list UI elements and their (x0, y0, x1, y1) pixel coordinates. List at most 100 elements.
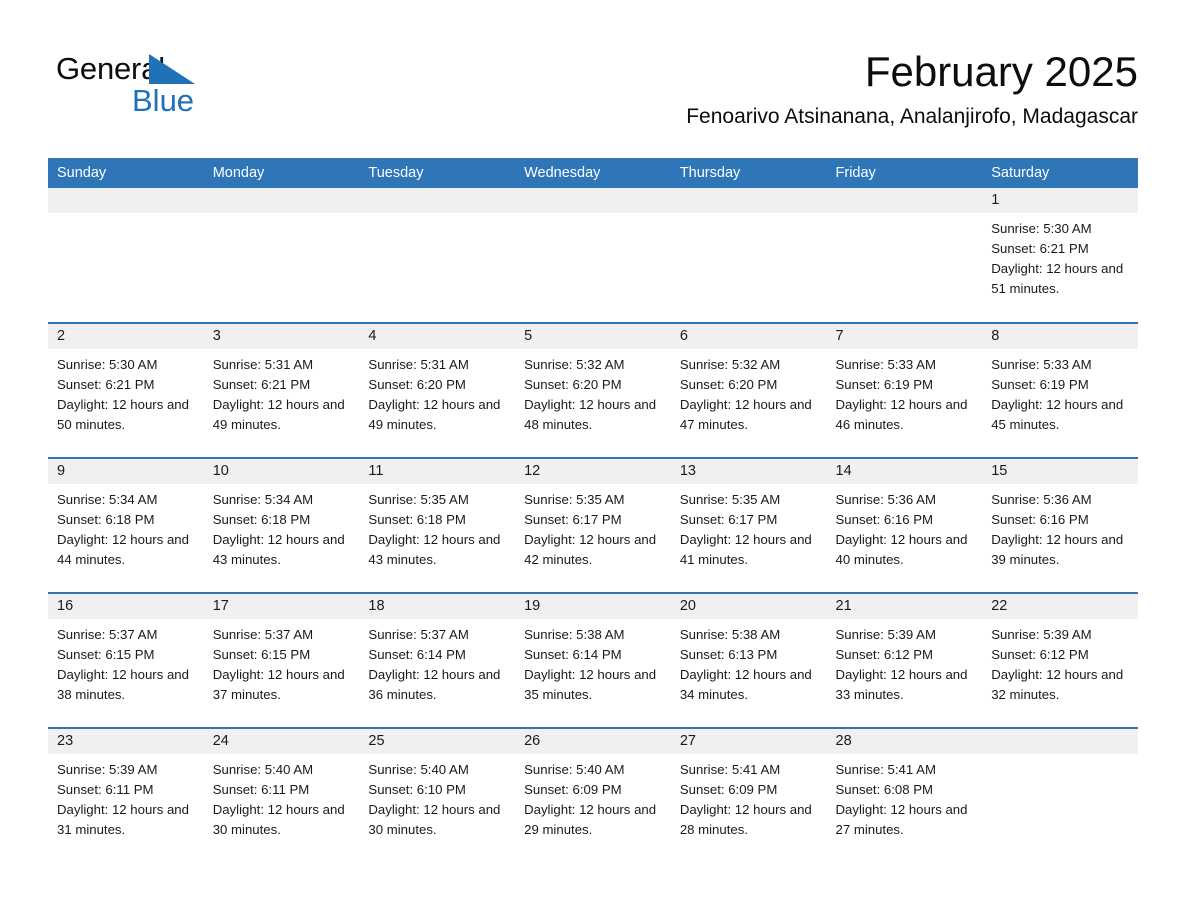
day-details (48, 213, 204, 219)
daylight-text: Daylight: 12 hours and 42 minutes. (524, 532, 657, 567)
day-cell[interactable]: 19 Sunrise: 5:38 AM Sunset: 6:14 PM Dayligh… (515, 592, 671, 728)
day-number: 22 (982, 594, 1138, 619)
day-cell[interactable]: 2 Sunrise: 5:30 AM Sunset: 6:21 PM Daylight… (48, 322, 204, 458)
day-cell[interactable]: 27 Sunrise: 5:41 AM Sunset: 6:09 PM Dayligh… (670, 727, 827, 863)
day-cell[interactable]: 22 Sunrise: 5:39 AM Sunset: 6:12 PM Dayligh… (982, 592, 1138, 728)
sunrise-text: Sunrise: 5:37 AM (212, 627, 314, 642)
sunrise-text: Sunrise: 5:41 AM (679, 762, 781, 777)
sunset-text: Sunset: 6:09 PM (679, 782, 778, 797)
weekday-header-sunday: Sunday (48, 158, 204, 188)
day-cell[interactable]: 20 Sunrise: 5:38 AM Sunset: 6:13 PM Dayligh… (670, 592, 827, 728)
day-cell[interactable]: 4 Sunrise: 5:31 AM Sunset: 6:20 PM Daylight… (359, 322, 516, 458)
daylight-text: Daylight: 12 hours and 39 minutes. (991, 532, 1124, 567)
triangle-icon (149, 54, 195, 84)
day-cell[interactable]: 13 Sunrise: 5:35 AM Sunset: 6:17 PM Dayligh… (670, 457, 827, 593)
daylight-text: Daylight: 12 hours and 33 minutes. (835, 667, 968, 702)
day-details: Sunrise: 5:36 AM Sunset: 6:16 PM Daylight:… (982, 484, 1138, 570)
day-number: 2 (48, 324, 204, 349)
day-cell[interactable]: 10 Sunrise: 5:34 AM Sunset: 6:18 PM Dayligh… (203, 457, 360, 593)
day-cell (359, 188, 516, 323)
sunset-text: Sunset: 6:20 PM (524, 377, 622, 392)
day-cell[interactable]: 12 Sunrise: 5:35 AM Sunset: 6:17 PM Dayligh… (515, 457, 671, 593)
day-details: Sunrise: 5:38 AM Sunset: 6:14 PM Daylight:… (515, 619, 671, 705)
daylight-text: Daylight: 12 hours and 41 minutes. (679, 532, 812, 567)
sunset-text: Sunset: 6:08 PM (835, 782, 934, 797)
sunset-text: Sunset: 6:12 PM (991, 647, 1089, 662)
brand-name-blue: Blue (132, 83, 195, 118)
sunrise-text: Sunrise: 5:39 AM (57, 762, 158, 777)
daylight-text: Daylight: 12 hours and 45 minutes. (991, 397, 1124, 432)
sunset-text: Sunset: 6:11 PM (57, 782, 154, 797)
daylight-text: Daylight: 12 hours and 38 minutes. (57, 667, 189, 702)
sunrise-text: Sunrise: 5:41 AM (835, 762, 936, 777)
day-cell[interactable]: 3 Sunrise: 5:31 AM Sunset: 6:21 PM Daylight… (203, 322, 360, 458)
calendar-page: General Blue February 2025 Fenoarivo Ats… (0, 0, 1188, 918)
sunrise-text: Sunrise: 5:38 AM (524, 627, 625, 642)
sunset-text: Sunset: 6:15 PM (57, 647, 155, 662)
day-details: Sunrise: 5:40 AM Sunset: 6:09 PM Daylight:… (515, 754, 671, 840)
sunrise-text: Sunrise: 5:30 AM (991, 221, 1092, 236)
sunset-text: Sunset: 6:20 PM (368, 377, 466, 392)
sunset-text: Sunset: 6:17 PM (524, 512, 622, 527)
weekday-header-saturday: Saturday (982, 158, 1138, 188)
day-cell[interactable]: 17 Sunrise: 5:37 AM Sunset: 6:15 PM Dayligh… (203, 592, 360, 728)
day-cell (48, 188, 204, 323)
daylight-text: Daylight: 12 hours and 49 minutes. (212, 397, 345, 432)
day-details: Sunrise: 5:30 AM Sunset: 6:21 PM Daylight:… (48, 349, 204, 435)
daylight-text: Daylight: 12 hours and 36 minutes. (368, 667, 501, 702)
day-number (359, 188, 516, 213)
day-cell[interactable]: 1 Sunrise: 5:30 AM Sunset: 6:21 PM Daylight… (982, 188, 1138, 323)
day-cell[interactable]: 8 Sunrise: 5:33 AM Sunset: 6:19 PM Daylight… (982, 322, 1138, 458)
sunrise-text: Sunrise: 5:35 AM (368, 492, 469, 507)
day-details: Sunrise: 5:34 AM Sunset: 6:18 PM Daylight:… (204, 484, 360, 570)
day-cell[interactable]: 15 Sunrise: 5:36 AM Sunset: 6:16 PM Dayligh… (982, 457, 1138, 593)
day-cell[interactable]: 16 Sunrise: 5:37 AM Sunset: 6:15 PM Dayligh… (48, 592, 204, 728)
sunrise-text: Sunrise: 5:40 AM (524, 762, 625, 777)
day-cell[interactable]: 6 Sunrise: 5:32 AM Sunset: 6:20 PM Daylight… (670, 322, 827, 458)
day-number: 27 (670, 729, 827, 754)
day-number: 8 (982, 324, 1138, 349)
day-details: Sunrise: 5:31 AM Sunset: 6:21 PM Daylight:… (204, 349, 360, 435)
day-cell[interactable]: 21 Sunrise: 5:39 AM Sunset: 6:12 PM Dayligh… (826, 592, 983, 728)
day-cell[interactable]: 11 Sunrise: 5:35 AM Sunset: 6:18 PM Dayligh… (359, 457, 516, 593)
day-details (827, 213, 983, 219)
day-details: Sunrise: 5:35 AM Sunset: 6:17 PM Daylight:… (671, 484, 827, 570)
sunrise-text: Sunrise: 5:37 AM (57, 627, 158, 642)
daylight-text: Daylight: 12 hours and 44 minutes. (57, 532, 189, 567)
general-blue-logo: General Blue (56, 52, 256, 122)
day-number: 4 (359, 324, 516, 349)
day-details: Sunrise: 5:35 AM Sunset: 6:18 PM Daylight:… (359, 484, 515, 570)
sunrise-text: Sunrise: 5:36 AM (991, 492, 1092, 507)
day-cell[interactable]: 14 Sunrise: 5:36 AM Sunset: 6:16 PM Dayligh… (826, 457, 983, 593)
day-cell[interactable]: 9 Sunrise: 5:34 AM Sunset: 6:18 PM Daylight… (48, 457, 204, 593)
day-number (826, 188, 983, 213)
weekday-header-row: Sunday Monday Tuesday Wednesday Thursday… (48, 158, 1138, 188)
day-cell[interactable]: 18 Sunrise: 5:37 AM Sunset: 6:14 PM Dayligh… (359, 592, 516, 728)
daylight-text: Daylight: 12 hours and 47 minutes. (679, 397, 812, 432)
sunset-text: Sunset: 6:18 PM (368, 512, 466, 527)
day-cell[interactable]: 7 Sunrise: 5:33 AM Sunset: 6:19 PM Daylight… (826, 322, 983, 458)
sunset-text: Sunset: 6:12 PM (835, 647, 934, 662)
day-details: Sunrise: 5:40 AM Sunset: 6:10 PM Daylight:… (359, 754, 515, 840)
day-details: Sunrise: 5:37 AM Sunset: 6:14 PM Daylight:… (359, 619, 515, 705)
day-cell[interactable]: 24 Sunrise: 5:40 AM Sunset: 6:11 PM Dayligh… (203, 727, 360, 863)
day-cell[interactable]: 23 Sunrise: 5:39 AM Sunset: 6:11 PM Dayligh… (48, 727, 204, 863)
day-number: 13 (670, 459, 827, 484)
day-cell[interactable]: 25 Sunrise: 5:40 AM Sunset: 6:10 PM Dayligh… (359, 727, 516, 863)
day-number: 10 (203, 459, 360, 484)
calendar-header-row: Sunday Monday Tuesday Wednesday Thursday… (48, 158, 1138, 188)
day-cell[interactable]: 5 Sunrise: 5:32 AM Sunset: 6:20 PM Daylight… (515, 322, 671, 458)
day-number: 18 (359, 594, 516, 619)
day-cell[interactable]: 26 Sunrise: 5:40 AM Sunset: 6:09 PM Dayligh… (515, 727, 671, 863)
daylight-text: Daylight: 12 hours and 43 minutes. (212, 532, 345, 567)
day-number: 12 (515, 459, 671, 484)
day-cell[interactable]: 28 Sunrise: 5:41 AM Sunset: 6:08 PM Dayligh… (826, 727, 983, 863)
day-details: Sunrise: 5:39 AM Sunset: 6:12 PM Daylight:… (982, 619, 1138, 705)
day-details (515, 213, 671, 219)
sunset-text: Sunset: 6:15 PM (212, 647, 311, 662)
day-number: 7 (826, 324, 983, 349)
title-block: February 2025 Fenoarivo Atsinanana, Anal… (686, 48, 1138, 130)
day-number: 3 (203, 324, 360, 349)
daylight-text: Daylight: 12 hours and 30 minutes. (212, 802, 345, 837)
day-cell (203, 188, 360, 323)
